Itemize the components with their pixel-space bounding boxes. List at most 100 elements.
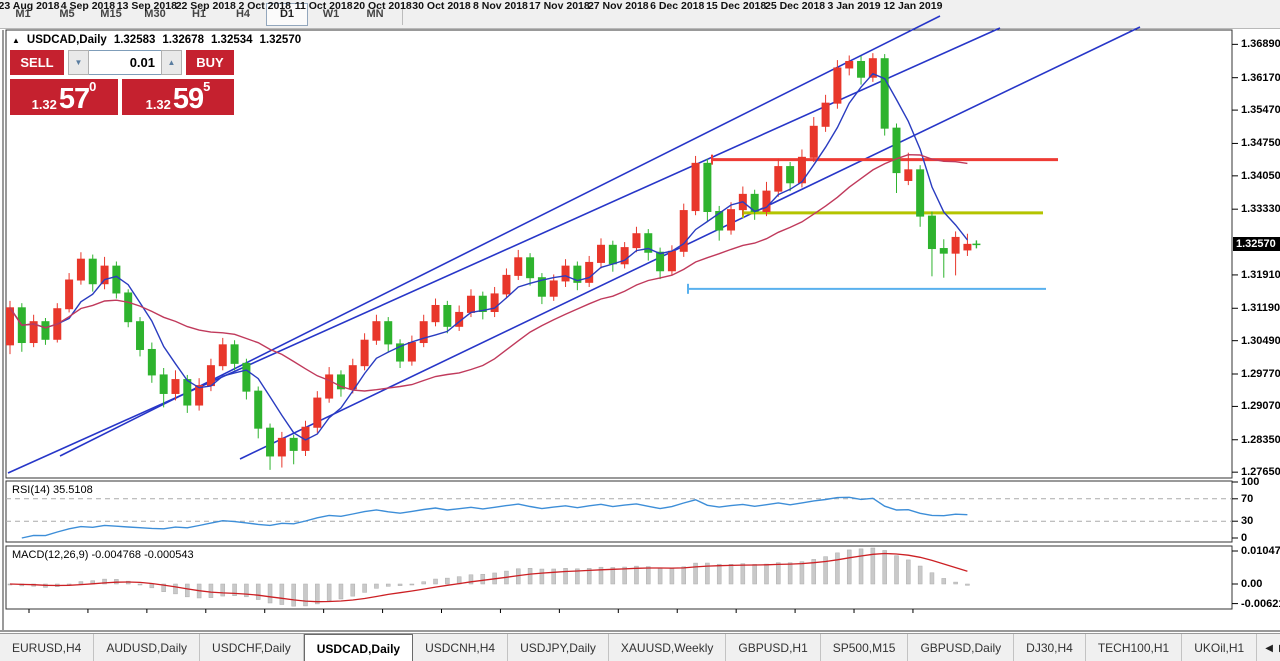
candle-body [137, 322, 144, 350]
macd-histogram-bar [658, 568, 662, 584]
price-axis-label[interactable]: 1.36890 [1241, 38, 1280, 50]
date-axis-label[interactable]: 25 Dec 2018 [765, 0, 825, 12]
date-axis-label[interactable]: 23 Aug 2018 [0, 0, 59, 12]
macd-histogram-bar [847, 550, 851, 584]
candle-body [243, 363, 250, 391]
price-axis-label[interactable]: 1.28350 [1241, 434, 1280, 446]
price-axis-label[interactable]: 1.33330 [1241, 203, 1280, 215]
date-axis-label[interactable]: 11 Oct 2018 [295, 0, 353, 12]
date-axis-label[interactable]: 17 Nov 2018 [529, 0, 590, 12]
macd-histogram-bar [930, 573, 934, 584]
price-axis-label[interactable]: 1.31910 [1241, 269, 1280, 281]
macd-axis-label[interactable]: 0.010474 [1241, 545, 1280, 557]
date-axis-label[interactable]: 30 Oct 2018 [412, 0, 470, 12]
buy-price-button[interactable]: 1.32 59 5 [122, 79, 234, 115]
chart-tab-tech100-h1[interactable]: TECH100,H1 [1086, 634, 1182, 661]
macd-histogram-bar [256, 584, 260, 600]
macd-histogram-bar [304, 584, 308, 606]
chart-tab-gbpusd-h1[interactable]: GBPUSD,H1 [726, 634, 820, 661]
rsi-axis-label[interactable]: 100 [1241, 476, 1259, 488]
tab-scroll-left-icon[interactable]: ◀ [1265, 643, 1273, 654]
chart-tab-audusd-daily[interactable]: AUDUSD,Daily [94, 634, 200, 661]
price-axis-label[interactable]: 1.35470 [1241, 104, 1280, 116]
buy-button[interactable]: BUY [186, 50, 234, 75]
candle-body [219, 345, 226, 366]
chart-tab-ukoil-h1[interactable]: UKOil,H1 [1182, 634, 1257, 661]
symbol-info: ▲ USDCAD,Daily 1.32583 1.32678 1.32534 1… [12, 34, 301, 46]
candle-body [858, 61, 865, 77]
candle-body [467, 296, 474, 312]
macd-histogram-bar [185, 584, 189, 597]
macd-axis-label[interactable]: -0.006218 [1241, 598, 1280, 610]
date-axis-label[interactable]: 22 Sep 2018 [176, 0, 236, 12]
chart-tab-dj30-h4[interactable]: DJ30,H4 [1014, 634, 1086, 661]
macd-histogram-bar [800, 562, 804, 584]
date-axis-label[interactable]: 6 Dec 2018 [650, 0, 704, 12]
chart-tab-gbpusd-daily[interactable]: GBPUSD,Daily [908, 634, 1014, 661]
price-axis-label[interactable]: 1.29770 [1241, 368, 1280, 380]
volume-increase-icon[interactable]: ▲ [161, 50, 182, 75]
candle-body [42, 322, 49, 340]
macd-histogram-bar [776, 563, 780, 584]
price-axis-label[interactable]: 1.34050 [1241, 170, 1280, 182]
rsi-axis-label[interactable]: 0 [1241, 532, 1247, 544]
ohlc-close: 1.32570 [260, 34, 302, 46]
chart-tab-eurusd-h4[interactable]: EURUSD,H4 [0, 634, 94, 661]
candle-body [125, 293, 132, 322]
rsi-axis-label[interactable]: 70 [1241, 493, 1253, 505]
macd-axis-label[interactable]: 0.00 [1241, 578, 1262, 590]
candle-body [267, 428, 274, 456]
date-axis-label[interactable]: 2 Oct 2018 [238, 0, 291, 12]
price-axis-label[interactable]: 1.30490 [1241, 335, 1280, 347]
date-axis-label[interactable]: 27 Nov 2018 [588, 0, 649, 12]
date-axis-label[interactable]: 15 Dec 2018 [706, 0, 766, 12]
candle-body [349, 366, 356, 389]
date-axis-label[interactable]: 8 Nov 2018 [473, 0, 528, 12]
price-axis-label[interactable]: 1.36170 [1241, 72, 1280, 84]
date-axis-label[interactable]: 4 Sep 2018 [61, 0, 115, 12]
rsi-plot-area[interactable] [6, 481, 1232, 542]
macd-histogram-bar [422, 582, 426, 584]
macd-histogram-bar [788, 563, 792, 584]
chart-tab-usdchf-daily[interactable]: USDCHF,Daily [200, 634, 304, 661]
price-axis-label[interactable]: 1.31190 [1241, 302, 1280, 314]
collapse-panel-icon[interactable]: ▲ [12, 36, 20, 45]
candle-body [314, 398, 321, 427]
candle-body [432, 305, 439, 321]
candle-body [361, 340, 368, 365]
chart-tab-sp500-m15[interactable]: SP500,M15 [821, 634, 909, 661]
date-axis-label[interactable]: 20 Oct 2018 [353, 0, 411, 12]
candle-body [657, 252, 664, 271]
one-click-trade-panel: SELL ▼ ▲ BUY 1.32 57 0 1.32 59 5 [10, 50, 234, 115]
macd-histogram-bar [670, 569, 674, 584]
candle-body [562, 266, 569, 281]
macd-histogram-bar [871, 548, 875, 584]
candle-body [444, 305, 451, 326]
volume-decrease-icon[interactable]: ▼ [68, 50, 89, 75]
rsi-axis-label[interactable]: 30 [1241, 515, 1253, 527]
volume-input[interactable] [89, 50, 161, 75]
price-axis-label[interactable]: 1.34750 [1241, 137, 1280, 149]
date-axis-label[interactable]: 13 Sep 2018 [117, 0, 177, 12]
chart-tab-bar: EURUSD,H4AUDUSD,DailyUSDCHF,DailyUSDCAD,… [0, 633, 1280, 661]
chart-tab-usdcnh-h4[interactable]: USDCNH,H4 [413, 634, 508, 661]
sell-button[interactable]: SELL [10, 50, 64, 75]
macd-histogram-bar [965, 584, 969, 585]
macd-histogram-bar [363, 584, 367, 592]
price-axis-label[interactable]: 1.29070 [1241, 400, 1280, 412]
candle-body [775, 167, 782, 192]
macd-histogram-bar [386, 584, 390, 586]
candle-body [527, 258, 534, 278]
chart-tab-usdcad-daily[interactable]: USDCAD,Daily [304, 634, 413, 661]
chart-tab-xauusd-weekly[interactable]: XAUUSD,Weekly [609, 634, 726, 661]
sell-price-button[interactable]: 1.32 57 0 [10, 79, 118, 115]
chart-tab-usdjpy-daily[interactable]: USDJPY,Daily [508, 634, 609, 661]
candle-body [148, 349, 155, 374]
macd-histogram-bar [209, 584, 213, 598]
macd-histogram-bar [918, 566, 922, 584]
macd-histogram-bar [292, 584, 296, 606]
macd-histogram-bar [351, 584, 355, 596]
date-axis-label[interactable]: 12 Jan 2019 [883, 0, 942, 12]
date-axis-label[interactable]: 3 Jan 2019 [827, 0, 880, 12]
candle-body [408, 343, 415, 362]
